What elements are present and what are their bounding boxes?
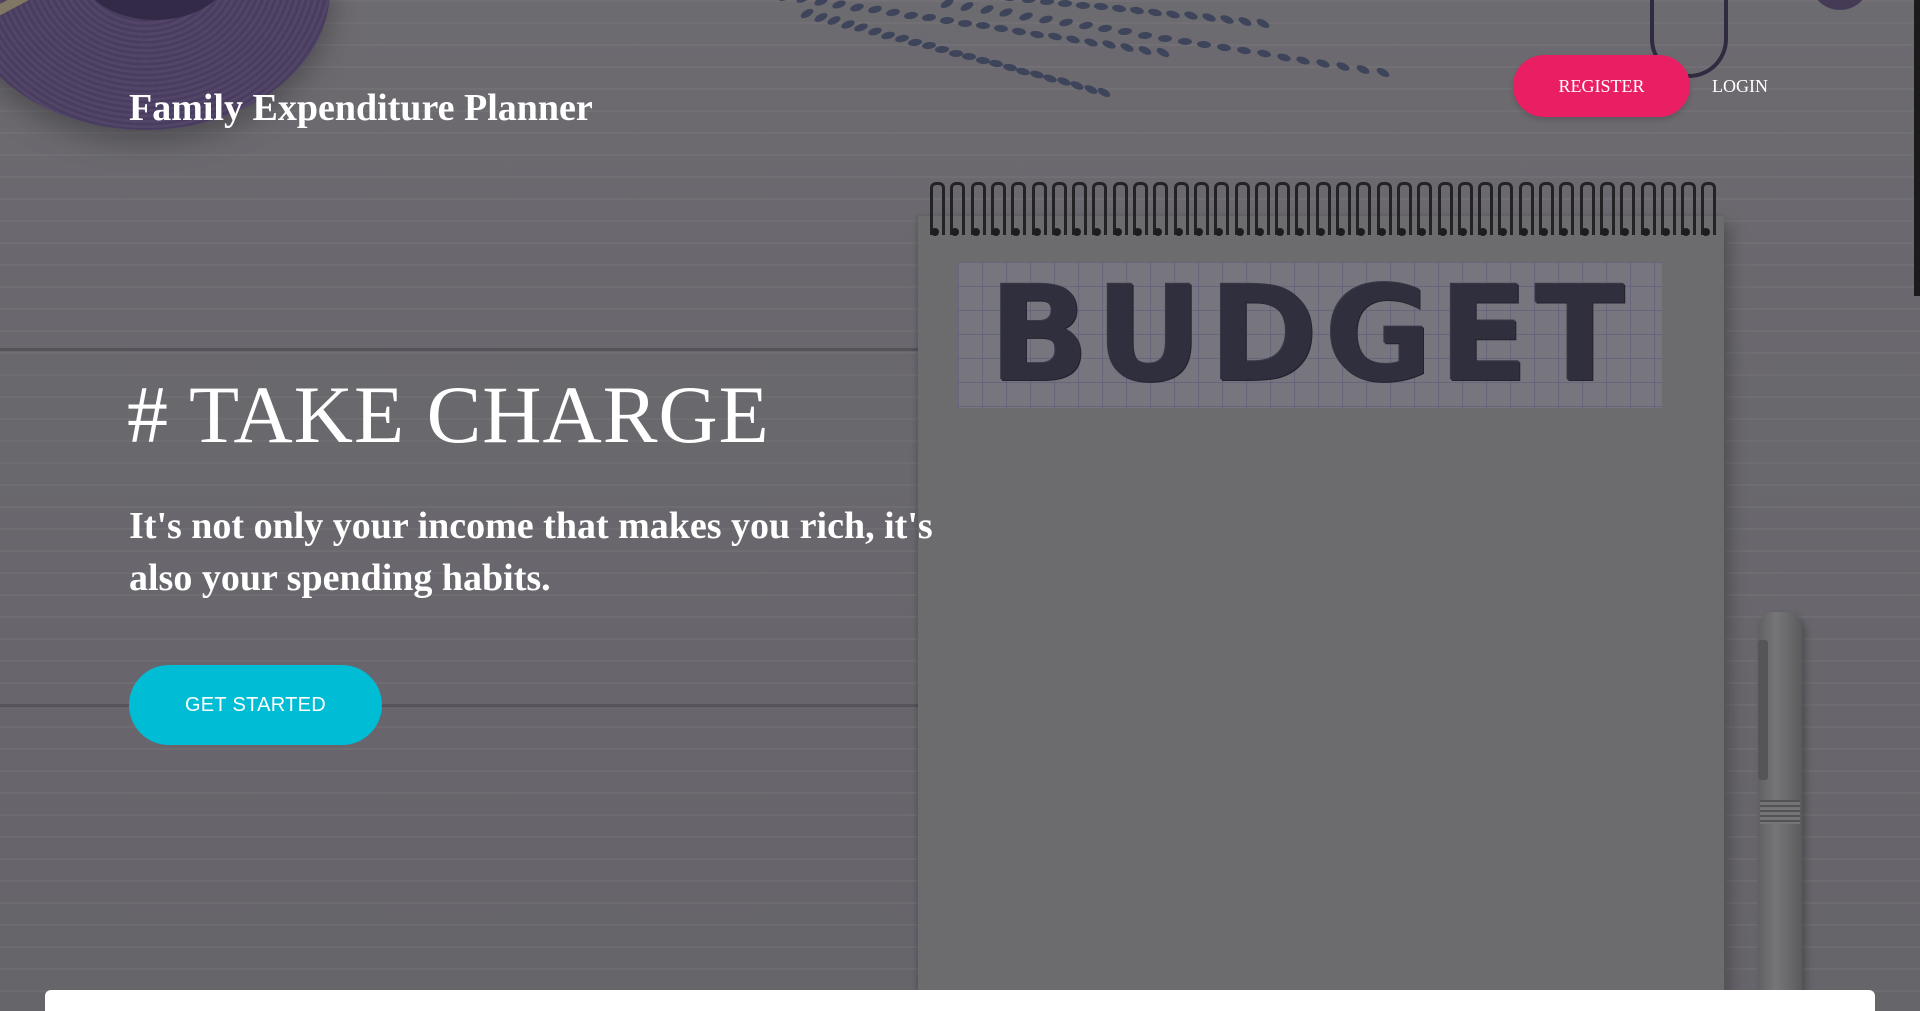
get-started-button[interactable]: GET STARTED: [129, 665, 382, 745]
login-link[interactable]: LOGIN: [1712, 72, 1768, 100]
register-button[interactable]: REGISTER: [1513, 55, 1690, 117]
hero-tagline: It's not only your income that makes you…: [129, 505, 933, 599]
content-card-top: [45, 990, 1875, 1011]
hero-headline: # TAKE CHARGE: [127, 369, 770, 460]
scrollbar-thumb[interactable]: [1914, 0, 1920, 296]
brand-title[interactable]: Family Expenditure Planner: [129, 86, 593, 130]
